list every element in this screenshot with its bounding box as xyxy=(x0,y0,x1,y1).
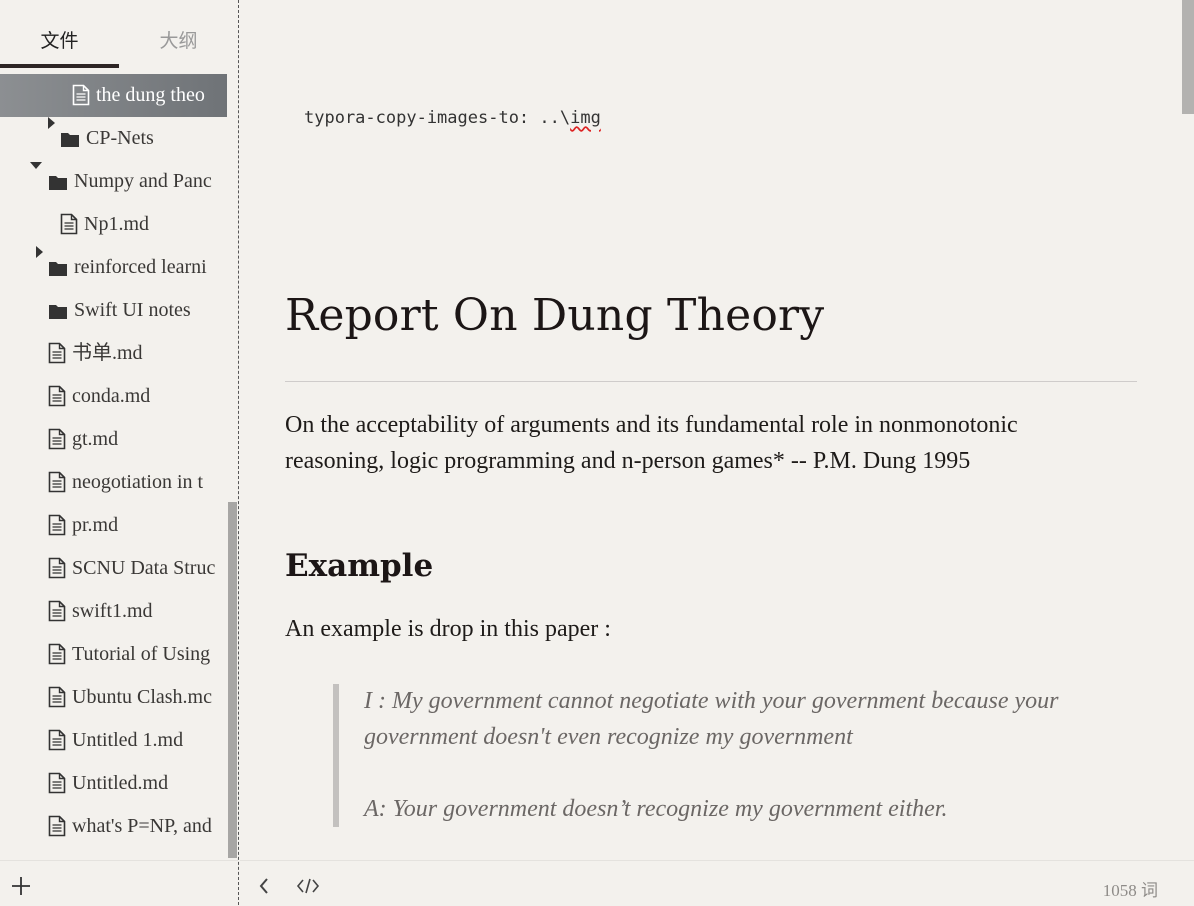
tree-file[interactable]: Ubuntu Clash.mc xyxy=(0,676,227,719)
sidebar-tabs: 文件 大纲 xyxy=(0,0,238,68)
file-icon xyxy=(48,342,66,364)
tree-item-label: swift1.md xyxy=(72,600,153,622)
tree-item-label: Np1.md xyxy=(84,213,149,235)
tree-item-label: Ubuntu Clash.mc xyxy=(72,686,212,708)
quote-line-1: I : My government cannot negotiate with … xyxy=(364,688,1059,714)
file-icon xyxy=(72,84,90,106)
tree-folder[interactable]: reinforced learni xyxy=(0,246,227,289)
code-icon[interactable] xyxy=(296,877,320,899)
plus-icon[interactable] xyxy=(10,875,32,901)
file-icon xyxy=(60,213,78,235)
folder-icon xyxy=(48,259,68,277)
chevron-left-icon[interactable] xyxy=(258,877,270,899)
intro-line-1: On the acceptability of arguments and it… xyxy=(285,412,1018,438)
file-icon xyxy=(48,385,66,407)
tree-file[interactable]: SCNU Data Struc xyxy=(0,547,227,590)
file-icon xyxy=(48,729,66,751)
tree-item-label: Tutorial of Using xyxy=(72,643,211,665)
active-tab-indicator xyxy=(0,64,119,68)
tree-file[interactable]: conda.md xyxy=(0,375,227,418)
tree-item-label: Swift UI notes xyxy=(74,299,191,321)
tree-folder[interactable]: Numpy and Panc xyxy=(0,160,227,203)
quote-line-3: A: Your government doesn’t recognize my … xyxy=(364,796,948,822)
file-tree: the dung theo CP-Nets Numpy and Panc Np1.md… xyxy=(0,73,227,858)
tree-item-label: Untitled.md xyxy=(72,772,169,794)
status-bar: 1058 词 xyxy=(240,860,1194,906)
tree-item-label: neogotiation in t xyxy=(72,471,204,493)
sidebar-footer xyxy=(0,860,238,906)
intro-line-2: reasoning, logic programming and n-perso… xyxy=(285,448,971,474)
folder-icon xyxy=(48,302,68,320)
file-icon xyxy=(48,471,66,493)
tree-item-label: 书单.md xyxy=(72,342,143,364)
tree-file[interactable]: neogotiation in t xyxy=(0,461,227,504)
file-icon xyxy=(48,428,66,450)
tree-item-label: CP-Nets xyxy=(86,127,154,149)
tree-file[interactable]: Untitled 1.md xyxy=(0,719,227,762)
folder-icon xyxy=(60,130,80,148)
tab-files[interactable]: 文件 xyxy=(0,26,119,53)
word-count[interactable]: 1058 词 xyxy=(1103,876,1158,901)
file-icon xyxy=(48,643,66,665)
tree-item-label: reinforced learni xyxy=(74,256,207,278)
tree-item-label: conda.md xyxy=(72,385,151,407)
front-matter[interactable]: typora-copy-images-to: ..\img xyxy=(304,108,601,128)
editor-scrollbar[interactable] xyxy=(1182,0,1194,114)
sidebar: 文件 大纲 the dung theo CP-Nets Numpy and Panc… xyxy=(0,0,239,905)
sidebar-scrollbar[interactable] xyxy=(228,502,237,858)
title-divider xyxy=(285,381,1137,382)
tree-file[interactable]: 书单.md xyxy=(0,332,227,375)
file-icon xyxy=(48,600,66,622)
file-icon xyxy=(48,557,66,579)
quote-line-2: government doesn't even recognize my gov… xyxy=(364,724,853,750)
blockquote-bar xyxy=(333,684,339,827)
file-icon xyxy=(48,686,66,708)
file-icon xyxy=(48,815,66,837)
tree-item-label: the dung theo xyxy=(96,84,205,106)
tree-file[interactable]: Untitled.md xyxy=(0,762,227,805)
tree-folder[interactable]: Swift UI notes xyxy=(0,289,227,332)
file-icon xyxy=(48,514,66,536)
tree-item-label: gt.md xyxy=(72,428,119,450)
tab-outline[interactable]: 大纲 xyxy=(119,26,238,53)
tree-item-label: Untitled 1.md xyxy=(72,729,184,751)
editor-pane[interactable]: typora-copy-images-to: ..\img Report On … xyxy=(240,0,1194,860)
folder-icon xyxy=(48,173,68,191)
document-title: Report On Dung Theory xyxy=(285,290,825,341)
tree-file[interactable]: gt.md xyxy=(0,418,227,461)
front-matter-value: img xyxy=(570,108,601,128)
section-heading: Example xyxy=(285,548,434,584)
tree-file[interactable]: Tutorial of Using xyxy=(0,633,227,676)
caret-down-icon[interactable] xyxy=(30,160,42,172)
tree-file[interactable]: the dung theo xyxy=(0,74,227,117)
tree-file[interactable]: what's P=NP, and xyxy=(0,805,227,848)
tree-file[interactable]: pr.md xyxy=(0,504,227,547)
tree-item-label: what's P=NP, and xyxy=(72,815,212,837)
example-paragraph: An example is drop in this paper : xyxy=(285,616,611,642)
tree-file[interactable]: Np1.md xyxy=(0,203,227,246)
tree-folder[interactable]: CP-Nets xyxy=(0,117,227,160)
tree-file[interactable]: swift1.md xyxy=(0,590,227,633)
caret-right-icon[interactable] xyxy=(46,117,58,129)
caret-right-icon[interactable] xyxy=(34,246,46,258)
tree-item-label: SCNU Data Struc xyxy=(72,557,216,579)
file-icon xyxy=(48,772,66,794)
intro-paragraph: On the acceptability of arguments and it… xyxy=(285,407,1137,479)
front-matter-key: typora-copy-images-to: ..\ xyxy=(304,108,571,128)
tree-item-label: pr.md xyxy=(72,514,119,536)
tree-item-label: Numpy and Panc xyxy=(74,170,212,192)
